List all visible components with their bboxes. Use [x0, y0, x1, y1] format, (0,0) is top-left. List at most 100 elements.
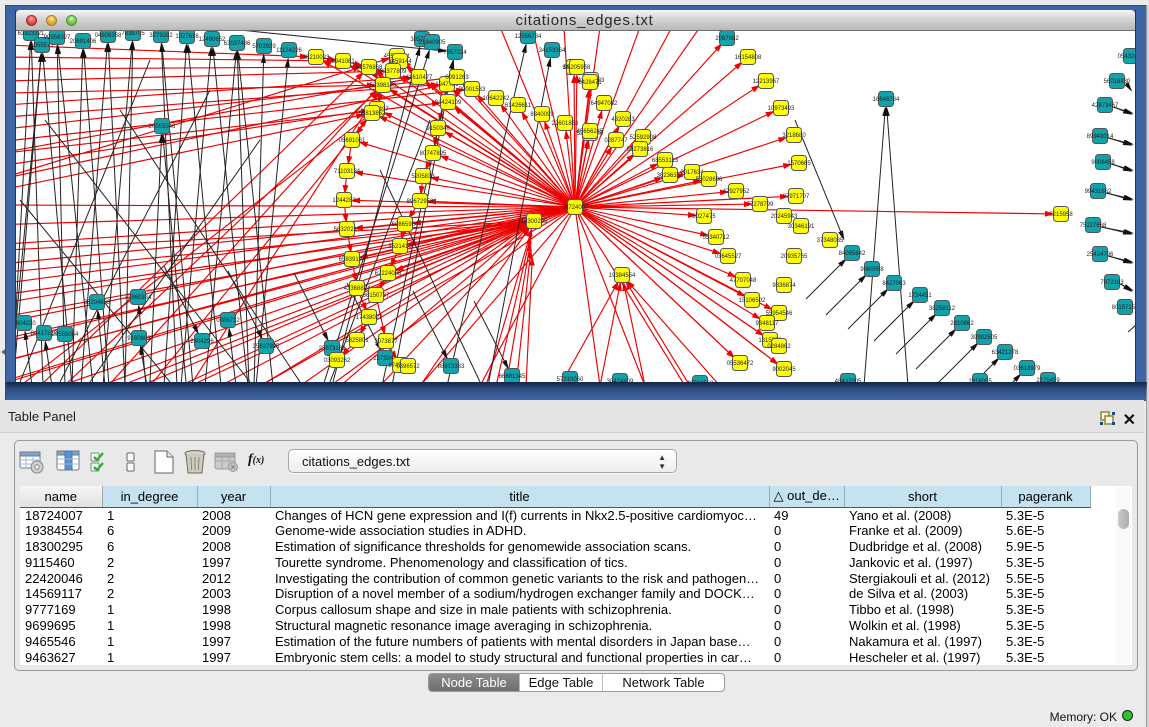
svg-text:84095642: 84095642: [839, 251, 866, 257]
svg-text:61426611: 61426611: [505, 103, 532, 109]
svg-text:3215958: 3215958: [1049, 212, 1073, 218]
svg-text:56018830: 56018830: [1104, 79, 1131, 85]
svg-text:1244283: 1244283: [332, 198, 356, 204]
svg-text:58398146: 58398146: [370, 83, 397, 89]
svg-text:32860334: 32860334: [125, 295, 152, 301]
svg-text:84424109: 84424109: [435, 100, 462, 106]
svg-text:2810862: 2810862: [950, 321, 974, 327]
svg-text:65939194: 65939194: [339, 257, 366, 263]
svg-text:2275459: 2275459: [1036, 378, 1060, 382]
svg-text:05691061: 05691061: [339, 138, 366, 144]
svg-text:21840905: 21840905: [419, 40, 446, 46]
svg-text:9060058: 9060058: [860, 267, 884, 273]
svg-text:18300295: 18300295: [521, 219, 548, 225]
svg-text:80157150: 80157150: [1112, 305, 1135, 311]
svg-text:58028696: 58028696: [696, 177, 723, 183]
svg-text:7972183: 7972183: [1100, 280, 1124, 286]
svg-text:0017634: 0017634: [680, 170, 704, 176]
svg-text:35627915: 35627915: [253, 344, 280, 350]
svg-text:9006458: 9006458: [1091, 160, 1115, 166]
svg-text:34153364: 34153364: [539, 48, 566, 54]
svg-text:16648784: 16648784: [873, 97, 900, 103]
svg-text:93377809: 93377809: [380, 69, 407, 75]
svg-text:63037486: 63037486: [224, 41, 251, 47]
svg-text:2916055: 2916055: [968, 379, 992, 382]
svg-text:20935765: 20935765: [781, 254, 808, 260]
svg-text:63923321: 63923321: [18, 31, 45, 37]
svg-text:64947082: 64947082: [591, 101, 618, 107]
svg-text:57310060: 57310060: [557, 377, 584, 382]
svg-text:22601858: 22601858: [552, 121, 579, 127]
svg-text:03613979: 03613979: [1014, 366, 1041, 372]
svg-text:0091263: 0091263: [445, 75, 469, 81]
svg-text:89943014: 89943014: [1087, 134, 1114, 140]
svg-text:87971707: 87971707: [783, 194, 810, 200]
svg-text:1724451: 1724451: [908, 293, 932, 299]
svg-text:3073877: 3073877: [374, 339, 398, 345]
svg-text:1027616: 1027616: [175, 34, 199, 40]
svg-text:68865964: 68865964: [392, 222, 419, 228]
svg-text:38204668: 38204668: [84, 300, 111, 306]
svg-text:52592908: 52592908: [630, 135, 657, 141]
svg-text:0086712: 0086712: [216, 318, 240, 324]
svg-text:1570665: 1570665: [787, 161, 811, 167]
svg-text:9604220: 9604220: [16, 321, 36, 327]
svg-text:8027475: 8027475: [692, 214, 716, 220]
svg-text:8840099: 8840099: [530, 112, 554, 118]
svg-text:41610477: 41610477: [406, 75, 433, 81]
svg-text:0287747: 0287747: [604, 138, 628, 144]
svg-text:04806358: 04806358: [95, 33, 122, 39]
svg-text:3279282: 3279282: [149, 33, 173, 39]
svg-text:0396572: 0396572: [396, 364, 420, 370]
svg-text:5702929: 5702929: [252, 44, 276, 50]
svg-text:80747895: 80747895: [420, 151, 447, 157]
svg-text:4320283: 4320283: [611, 117, 635, 123]
svg-text:5941061: 5941061: [331, 59, 355, 65]
svg-text:19384554: 19384554: [609, 273, 636, 279]
svg-text:56320217: 56320217: [334, 227, 361, 233]
svg-text:29555064: 29555064: [52, 332, 79, 338]
svg-text:45656245: 45656245: [577, 129, 604, 135]
svg-text:43512562: 43512562: [687, 381, 714, 382]
svg-text:23973169: 23973169: [319, 346, 346, 352]
svg-text:39992505: 39992505: [971, 335, 998, 341]
svg-text:99001533: 99001533: [459, 87, 486, 93]
svg-text:42368824: 42368824: [344, 286, 371, 292]
svg-text:59813862: 59813862: [359, 111, 386, 117]
svg-text:12490652: 12490652: [199, 37, 226, 43]
svg-text:9150346: 9150346: [426, 126, 450, 132]
svg-text:75227668: 75227668: [1080, 223, 1107, 229]
svg-text:95205958: 95205958: [564, 65, 591, 71]
svg-text:71103134: 71103134: [334, 169, 361, 175]
svg-text:12213967: 12213967: [753, 79, 780, 85]
svg-text:11124226: 11124226: [276, 48, 302, 54]
svg-text:15106502: 15106502: [739, 298, 766, 304]
svg-text:2404296: 2404296: [190, 339, 214, 345]
svg-text:37348035: 37348035: [817, 238, 844, 244]
svg-text:30424409: 30424409: [607, 379, 634, 382]
svg-text:48437005: 48437005: [835, 379, 862, 382]
svg-text:05432463: 05432463: [1118, 54, 1135, 60]
svg-text:9160903: 9160903: [127, 336, 151, 342]
svg-text:6428471: 6428471: [578, 80, 602, 86]
svg-text:3521410: 3521410: [388, 244, 412, 250]
svg-text:89273816: 89273816: [627, 147, 654, 153]
svg-text:68553113: 68553113: [652, 158, 679, 164]
svg-text:2087682: 2087682: [715, 36, 739, 42]
svg-text:38258112: 38258112: [929, 306, 956, 312]
svg-text:05536472: 05536472: [727, 361, 754, 367]
svg-text:20691406: 20691406: [70, 39, 97, 45]
svg-text:5825801: 5825801: [345, 338, 369, 344]
svg-text:3218680: 3218680: [782, 133, 806, 139]
svg-text:47707048: 47707048: [730, 278, 757, 284]
svg-text:42873467: 42873467: [1092, 103, 1119, 109]
svg-text:9348117: 9348117: [756, 321, 780, 327]
svg-text:62224088: 62224088: [375, 271, 402, 277]
svg-text:12056734: 12056734: [515, 34, 542, 40]
svg-text:30346191: 30346191: [788, 224, 815, 230]
svg-text:42927952: 42927952: [723, 189, 750, 195]
svg-text:9336874: 9336874: [772, 283, 796, 289]
svg-text:63421278: 63421278: [992, 350, 1019, 356]
svg-text:7357224: 7357224: [443, 50, 467, 56]
svg-text:5205833: 5205833: [411, 174, 435, 180]
